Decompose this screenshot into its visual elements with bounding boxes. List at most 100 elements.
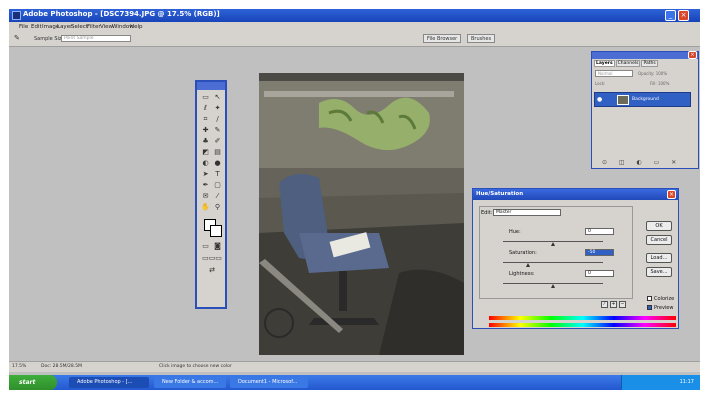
lightness-input[interactable]: 0: [585, 270, 614, 277]
start-button[interactable]: start: [9, 375, 57, 390]
hue-input[interactable]: 0: [585, 228, 614, 235]
tab-brushes[interactable]: Brushes: [467, 34, 496, 43]
layers-palette: × Layers Channels Paths Normal Opacity: 10…: [591, 51, 699, 169]
menu-bar: File Edit Image Layer Select Filter View…: [9, 22, 700, 32]
dodge-tool-icon[interactable]: ●: [212, 159, 223, 168]
slice-tool-icon[interactable]: /: [212, 115, 223, 124]
layers-palette-header: ×: [592, 51, 698, 59]
close-button[interactable]: ×: [678, 10, 689, 21]
window-title: Adobe Photoshop - [DSC7394.JPG @ 17.5% (…: [23, 10, 220, 18]
menu-file[interactable]: File: [19, 24, 28, 30]
hue-label: Hue:: [509, 229, 521, 235]
eyedropper-tool-icon[interactable]: ⁄: [212, 192, 223, 201]
lasso-tool-icon[interactable]: ℓ: [200, 104, 211, 113]
opacity-label[interactable]: Opacity: 100%: [638, 71, 667, 76]
lock-label: Lock:: [595, 81, 606, 86]
zoom-tool-icon[interactable]: ⚲: [212, 203, 223, 212]
desktop: Adobe Photoshop - [DSC7394.JPG @ 17.5% (…: [9, 9, 700, 390]
status-bar: 17.5% Doc: 28.5M/28.5M Click image to ch…: [9, 361, 700, 372]
toolbox-header: [197, 82, 225, 90]
colorize-label: Colorize: [654, 296, 675, 302]
pen-tool-icon[interactable]: ✒: [200, 181, 211, 190]
jump-to-imageready-icon[interactable]: ⇄: [200, 266, 224, 275]
path-selection-icon[interactable]: ➤: [200, 170, 211, 179]
notes-tool-icon[interactable]: ✉: [200, 192, 211, 201]
saturation-label: Saturation:: [509, 250, 537, 256]
saturation-slider-knob[interactable]: [526, 263, 530, 267]
task-document1[interactable]: Document1 - Microsof...: [230, 377, 308, 388]
dialog-titlebar: Hue/Saturation ×: [473, 189, 678, 200]
healing-brush-icon[interactable]: ✚: [200, 126, 211, 135]
lightness-slider-knob[interactable]: [551, 284, 555, 288]
saturation-input[interactable]: -50: [585, 249, 614, 256]
tab-channels[interactable]: Channels: [615, 60, 641, 67]
gradient-tool-icon[interactable]: ▤: [212, 148, 223, 157]
layers-tabs: Layers Channels Paths: [594, 60, 659, 67]
type-tool-icon[interactable]: T: [212, 170, 223, 179]
tab-layers[interactable]: Layers: [594, 60, 615, 67]
eyedropper-icon[interactable]: ⁄: [601, 301, 608, 308]
photoshop-app-icon: [12, 11, 21, 20]
dialog-close-button[interactable]: ×: [667, 190, 676, 199]
task-new-folder[interactable]: New Folder & accom...: [154, 377, 226, 388]
status-hint: Click image to choose new color: [159, 364, 232, 369]
background-color-swatch[interactable]: [210, 225, 222, 237]
save-button[interactable]: Save...: [646, 267, 672, 277]
eyedropper-minus-icon[interactable]: −: [619, 301, 626, 308]
toolbox: ▭ ↖ ℓ ✦ ⌗ / ✚ ✎ ♣ ✐ ◩ ▤ ◐ ● ➤ T ✒ ▢ ✉ ⁄ …: [195, 80, 227, 309]
menu-select[interactable]: Select: [71, 24, 88, 30]
menu-edit[interactable]: Edit: [31, 24, 42, 30]
tab-paths[interactable]: Paths: [641, 60, 658, 67]
menu-help[interactable]: Help: [130, 24, 143, 30]
eye-icon[interactable]: ●: [597, 96, 602, 103]
lightness-label: Lightness:: [509, 271, 535, 277]
taskbar: start Adobe Photoshop - [... New Folder …: [9, 375, 700, 390]
eyedropper-icon[interactable]: ✎: [14, 34, 20, 42]
history-brush-icon[interactable]: ✐: [212, 137, 223, 146]
tab-file-browser[interactable]: File Browser: [423, 34, 462, 43]
marquee-tool-icon[interactable]: ▭: [200, 93, 211, 102]
colorize-checkbox[interactable]: [647, 296, 652, 301]
blend-mode-select[interactable]: Normal: [595, 70, 633, 77]
hue-saturation-dialog: Hue/Saturation × Edit: Master Hue: 0 Sat…: [472, 188, 679, 329]
options-bar: ✎ Sample Size: Point Sample File Browser…: [9, 32, 700, 47]
screen-mode-icon[interactable]: ▭▭▭: [200, 254, 224, 263]
layer-thumbnail: [617, 95, 629, 105]
quickmask-mode-icon[interactable]: ◙: [212, 242, 223, 251]
fill-label[interactable]: Fill: 100%: [650, 81, 669, 86]
zoom-level[interactable]: 17.5%: [12, 364, 26, 369]
cancel-button[interactable]: Cancel: [646, 235, 672, 245]
sample-size-select[interactable]: Point Sample: [61, 35, 131, 42]
ok-button[interactable]: OK: [646, 221, 672, 231]
blur-tool-icon[interactable]: ◐: [200, 159, 211, 168]
eraser-tool-icon[interactable]: ◩: [200, 148, 211, 157]
layer-background[interactable]: ● Background: [594, 92, 691, 107]
saturation-slider[interactable]: [503, 262, 603, 263]
layers-close-button[interactable]: ×: [688, 51, 697, 59]
standard-mode-icon[interactable]: ▭: [200, 242, 211, 251]
brush-tool-icon[interactable]: ✎: [212, 126, 223, 135]
document-image[interactable]: [259, 73, 464, 355]
crop-tool-icon[interactable]: ⌗: [200, 115, 211, 124]
hue-slider-knob[interactable]: [551, 242, 555, 246]
doc-size: Doc: 28.5M/28.5M: [41, 364, 82, 369]
menu-filter[interactable]: Filter: [87, 24, 101, 30]
shape-tool-icon[interactable]: ▢: [212, 181, 223, 190]
system-tray: 11:17: [621, 375, 700, 390]
preview-checkbox[interactable]: [647, 305, 652, 310]
minimize-button[interactable]: _: [665, 10, 676, 21]
window-titlebar: Adobe Photoshop - [DSC7394.JPG @ 17.5% (…: [9, 9, 700, 22]
clone-stamp-icon[interactable]: ♣: [200, 137, 211, 146]
dialog-title: Hue/Saturation: [476, 191, 524, 197]
move-tool-icon[interactable]: ↖: [212, 93, 223, 102]
preview-label: Preview: [654, 305, 674, 311]
load-button[interactable]: Load...: [646, 253, 672, 263]
layer-name: Background: [632, 97, 659, 102]
clock: 11:17: [679, 379, 694, 385]
color-bar-top: [489, 316, 676, 320]
task-photoshop[interactable]: Adobe Photoshop - [...: [69, 377, 149, 388]
layers-footer-icons: ⊙ ◫ ◐ ▭ ✕: [602, 159, 682, 166]
eyedropper-plus-icon[interactable]: +: [610, 301, 617, 308]
magic-wand-icon[interactable]: ✦: [212, 104, 223, 113]
hand-tool-icon[interactable]: ✋: [200, 203, 211, 212]
